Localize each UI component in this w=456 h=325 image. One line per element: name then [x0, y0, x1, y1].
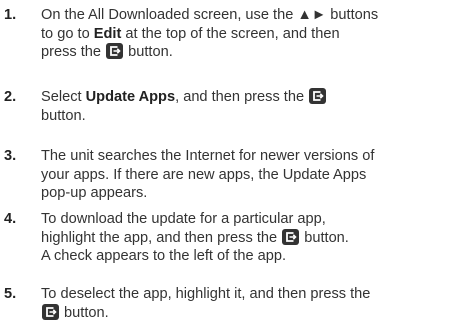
step-line: highlight the app, and then press the bu…: [41, 228, 349, 246]
step-text: Select Update Apps, and then press the b…: [41, 88, 453, 125]
step-line: To deselect the app, highlight it, and t…: [41, 286, 371, 302]
step-number: 1.: [4, 7, 17, 23]
step-text: On the All Downloaded screen, use the ▲►…: [41, 6, 453, 62]
step-line: press the button.: [41, 43, 173, 61]
step-text: To deselect the app, highlight it, and t…: [41, 285, 453, 322]
step-line: pop-up appears.: [41, 185, 148, 202]
step-number: 3.: [4, 148, 17, 164]
step-line: to go to Edit at the top of the screen, …: [41, 25, 340, 42]
step-number: 5.: [4, 286, 17, 302]
step-line: The unit searches the Internet for newer…: [41, 148, 375, 164]
enter-button-icon: [282, 228, 300, 245]
enter-button-icon: [42, 303, 59, 320]
step-text: The unit searches the Internet for newer…: [41, 147, 453, 203]
step-line: On the All Downloaded screen, use the ▲►…: [41, 7, 379, 23]
enter-button-icon: [106, 43, 124, 60]
enter-button-icon: [309, 88, 327, 104]
step-line: Select Update Apps, and then press the: [41, 88, 453, 107]
step-text: To download the update for a particular …: [41, 210, 453, 266]
step-line: button.: [41, 303, 453, 323]
edit-label: Edit: [93, 25, 122, 42]
step-number: 2.: [4, 89, 17, 105]
step-line: button.: [41, 107, 86, 124]
step-line: A check appears to the left of the app.: [41, 248, 287, 265]
step-number: 4.: [4, 211, 17, 227]
step-line: your apps. If there are new apps, the Up…: [41, 166, 367, 183]
step-line: To download the update for a particular …: [41, 211, 326, 227]
update-apps-label: Update Apps: [85, 89, 176, 105]
